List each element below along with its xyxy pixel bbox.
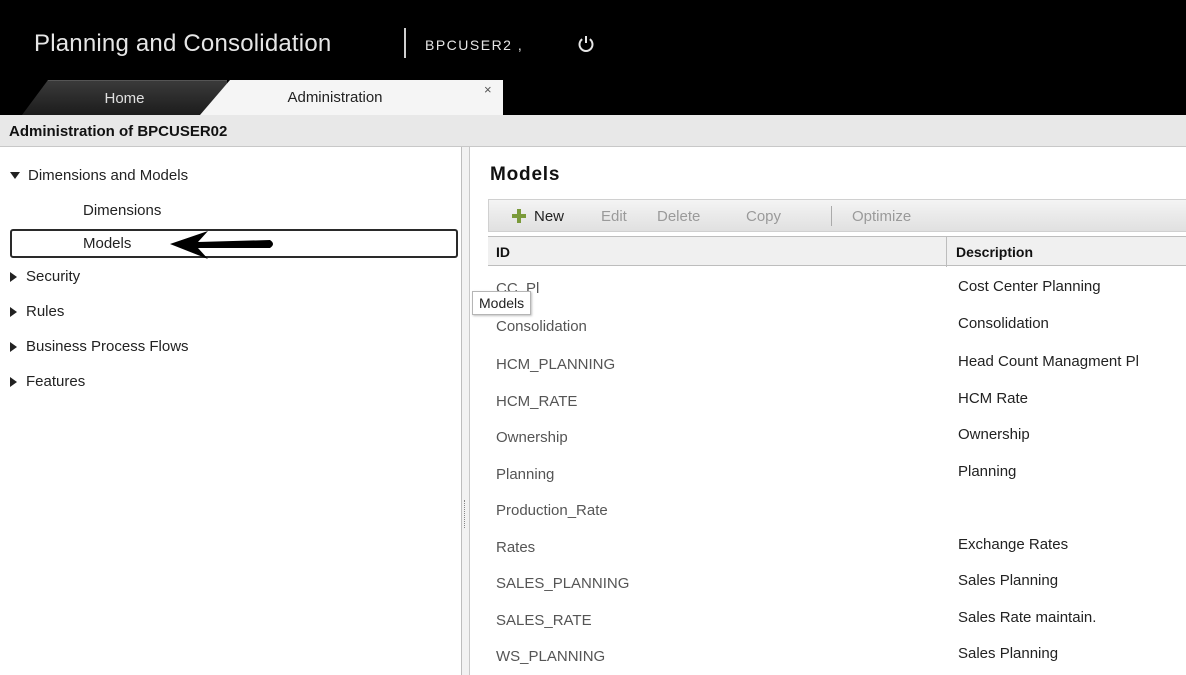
table-row[interactable]: SALES_RATE Sales Rate maintain.: [488, 604, 1186, 637]
toolbar-separator: [831, 206, 832, 226]
column-header-description[interactable]: Description: [956, 244, 1033, 260]
copy-button[interactable]: Copy: [746, 208, 781, 225]
page-title: Administration of BPCUSER02: [9, 123, 228, 140]
pane-splitter[interactable]: [462, 147, 470, 675]
main-content: Models New Edit Delete Copy Optimize ID …: [470, 147, 1186, 675]
new-button[interactable]: New: [534, 208, 564, 225]
collapse-caret-icon[interactable]: [10, 271, 17, 282]
nav-item-dimensions[interactable]: Dimensions: [83, 202, 161, 219]
nav-item-label: Features: [26, 373, 86, 390]
nav-item-label: Dimensions and Models: [28, 167, 189, 184]
table-header: ID Description: [488, 236, 1186, 267]
models-tooltip: Models: [472, 291, 532, 315]
models-toolbar: New Edit Delete Copy Optimize: [488, 199, 1186, 232]
cell-id: Production_Rate: [496, 502, 608, 519]
table-row[interactable]: CC_Pl Cost Center Planning: [488, 275, 1186, 308]
collapse-caret-icon[interactable]: [10, 306, 17, 317]
cell-description: HCM Rate: [958, 390, 1029, 407]
table-row[interactable]: HCM_RATE HCM Rate: [488, 385, 1186, 418]
column-divider[interactable]: [946, 237, 947, 267]
nav-item-models[interactable]: Models: [83, 235, 131, 252]
expand-caret-icon[interactable]: [10, 172, 20, 179]
nav-item-dimensions-and-models[interactable]: Dimensions and Models: [10, 167, 188, 184]
annotation-arrow-icon: [170, 231, 273, 259]
table-row[interactable]: Production_Rate: [488, 494, 1186, 527]
cell-description: Head Count Managment Pl: [958, 353, 1139, 370]
splitter-grip-icon[interactable]: [464, 500, 467, 528]
cell-id: HCM_PLANNING: [496, 356, 616, 373]
cell-id: SALES_RATE: [496, 612, 592, 629]
page-title-bar: Administration of BPCUSER02: [0, 115, 1186, 147]
nav-item-business-process-flows[interactable]: Business Process Flows: [10, 338, 189, 355]
cell-id: HCM_RATE: [496, 393, 578, 410]
cell-id: Ownership: [496, 429, 568, 446]
table-row[interactable]: Consolidation Consolidation: [488, 312, 1186, 345]
user-name[interactable]: BPCUSER2 ,: [425, 37, 523, 53]
cell-description: Planning: [958, 463, 1017, 480]
tab-close-icon[interactable]: ×: [484, 82, 492, 97]
table-row[interactable]: Ownership Ownership: [488, 421, 1186, 454]
tab-administration[interactable]: Administration: [200, 80, 440, 115]
collapse-caret-icon[interactable]: [10, 341, 17, 352]
delete-button[interactable]: Delete: [657, 208, 700, 225]
models-title: Models: [490, 164, 561, 185]
cell-description: Sales Rate maintain.: [958, 609, 1097, 626]
table-row[interactable]: HCM_PLANNING Head Count Managment Pl: [488, 348, 1186, 381]
left-navigation: Dimensions and Models Dimensions Models …: [0, 147, 462, 675]
collapse-caret-icon[interactable]: [10, 376, 17, 387]
cell-id: Consolidation: [496, 318, 587, 335]
cell-description: Exchange Rates: [958, 536, 1069, 553]
nav-item-label: Security: [26, 268, 81, 285]
title-separator: [404, 28, 406, 58]
table-row[interactable]: WS_PLANNING Sales Planning: [488, 640, 1186, 673]
nav-item-label: Dimensions: [83, 202, 162, 219]
edit-button[interactable]: Edit: [601, 208, 627, 225]
nav-item-label: Business Process Flows: [26, 338, 189, 355]
shell-header: Planning and Consolidation BPCUSER2 , Ho…: [0, 0, 1186, 115]
table-row[interactable]: Rates Exchange Rates: [488, 531, 1186, 564]
nav-item-features[interactable]: Features: [10, 373, 85, 390]
table-row[interactable]: Planning Planning: [488, 458, 1186, 491]
nav-item-label: Rules: [26, 303, 65, 320]
tab-admin-extension: [438, 80, 503, 115]
tab-home[interactable]: Home: [22, 80, 227, 115]
cell-description: Sales Planning: [958, 645, 1059, 662]
cell-id: SALES_PLANNING: [496, 575, 630, 592]
tab-administration-label: Administration: [287, 89, 383, 106]
optimize-button[interactable]: Optimize: [852, 208, 911, 225]
cell-description: Consolidation: [958, 315, 1049, 332]
column-header-id[interactable]: ID: [496, 244, 510, 260]
nav-item-rules[interactable]: Rules: [10, 303, 64, 320]
nav-item-security[interactable]: Security: [10, 268, 80, 285]
cell-description: Ownership: [958, 426, 1030, 443]
cell-description: Sales Planning: [958, 572, 1059, 589]
app-title: Planning and Consolidation: [34, 30, 332, 57]
table-row[interactable]: SALES_PLANNING Sales Planning: [488, 567, 1186, 600]
tab-home-label: Home: [104, 89, 145, 107]
cell-id: Planning: [496, 466, 555, 483]
cell-id: Rates: [496, 539, 536, 556]
nav-item-label: Models: [83, 235, 132, 252]
plus-icon[interactable]: [511, 208, 527, 224]
power-icon[interactable]: [576, 34, 596, 54]
cell-description: Cost Center Planning: [958, 278, 1101, 295]
cell-id: WS_PLANNING: [496, 648, 606, 665]
